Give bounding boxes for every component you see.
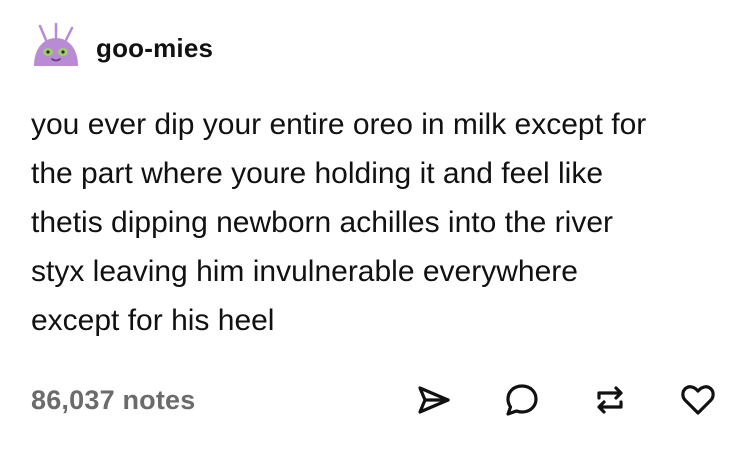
- notes-count[interactable]: 86,037 notes: [31, 385, 196, 416]
- like-button[interactable]: [676, 378, 720, 422]
- post-body-line: styx leaving him invulnerable everywhere: [31, 255, 578, 288]
- post-body: you ever dip your entire oreo in milk ex…: [31, 100, 721, 345]
- post-header: goo-mies: [30, 22, 213, 74]
- post-actions: [368, 376, 720, 424]
- post-body-line: the part where youre holding it and feel…: [31, 157, 604, 190]
- username[interactable]: goo-mies: [96, 33, 213, 64]
- avatar[interactable]: [30, 22, 82, 74]
- share-icon: [418, 386, 450, 414]
- like-icon: [681, 385, 715, 415]
- reblog-icon: [597, 386, 623, 414]
- post-body-line: except for his heel: [31, 304, 275, 337]
- post-body-line: thetis dipping newborn achilles into the…: [31, 206, 613, 239]
- tumblr-post: goo-mies you ever dip your entire oreo i…: [0, 0, 750, 456]
- reply-button[interactable]: [500, 378, 544, 422]
- share-button[interactable]: [412, 378, 456, 422]
- post-footer: 86,037 notes: [31, 376, 720, 424]
- post-body-line: you ever dip your entire oreo in milk ex…: [31, 108, 647, 141]
- reply-icon: [506, 384, 538, 416]
- reblog-button[interactable]: [588, 378, 632, 422]
